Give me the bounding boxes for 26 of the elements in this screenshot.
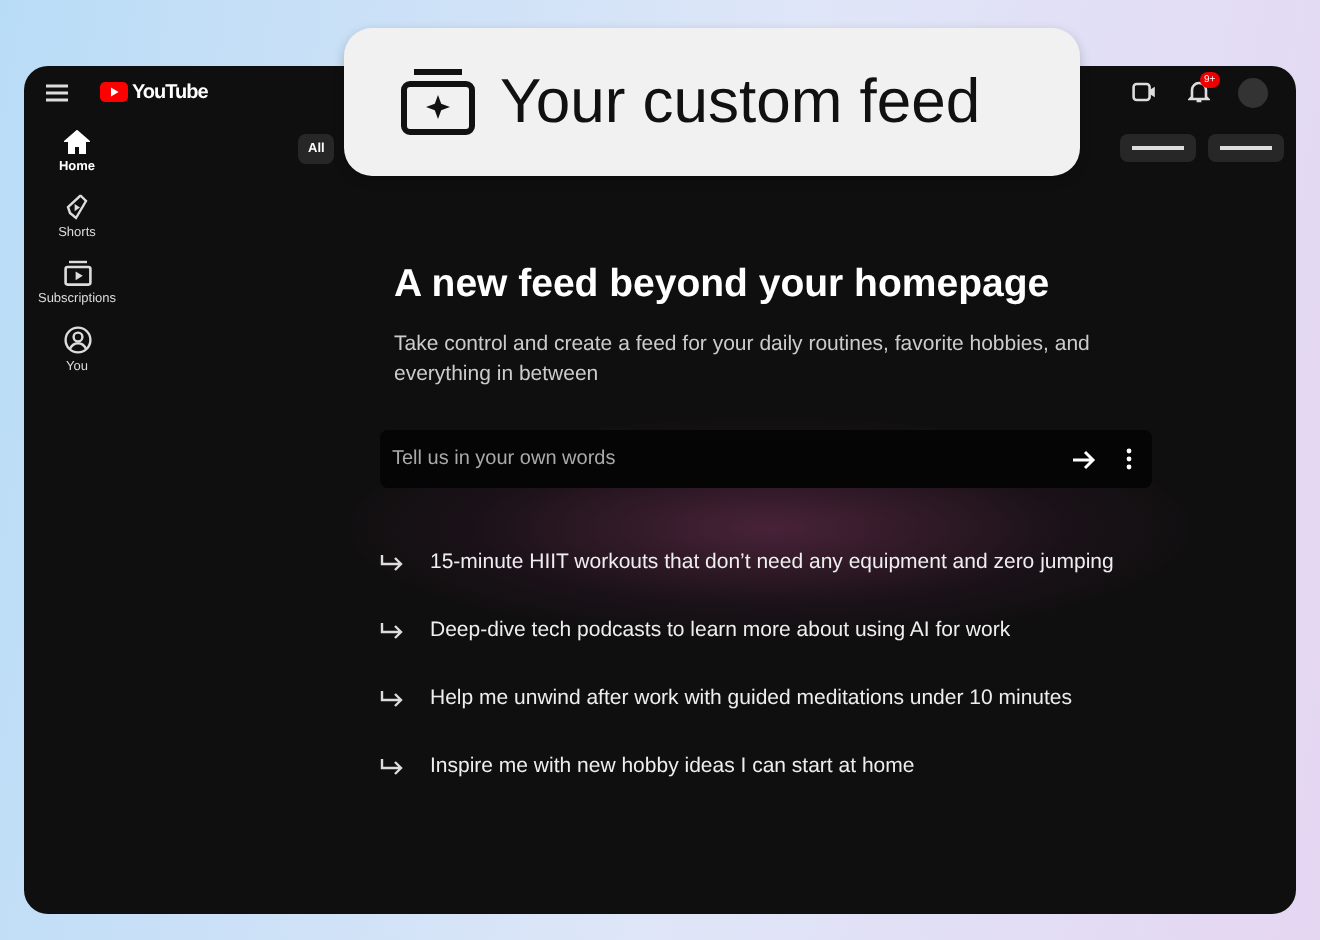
suggestion-link[interactable]: Help me unwind after work with guided meditations under 10 minutes: [430, 686, 1073, 710]
logo-text[interactable]: YouTube: [132, 81, 208, 103]
callout-title: Your custom feed: [500, 66, 981, 138]
bell-icon[interactable]: [1188, 80, 1210, 104]
placeholder-chip[interactable]: [1208, 134, 1284, 162]
submit-arrow-icon[interactable]: [1072, 450, 1096, 470]
play-logo-icon: [100, 82, 128, 102]
reply-arrow-icon: [380, 757, 404, 775]
suggestion-link[interactable]: Inspire me with new hobby ideas I can start at home: [430, 754, 915, 778]
account-icon: [63, 326, 91, 354]
reply-arrow-icon: [380, 689, 404, 707]
reply-arrow-icon: [380, 621, 404, 639]
placeholder-chip[interactable]: [1120, 134, 1196, 162]
reply-arrow-icon: [380, 553, 404, 571]
menu-icon[interactable]: [46, 83, 68, 101]
shorts-icon: [65, 194, 88, 220]
home-icon: [64, 130, 90, 154]
more-options-icon[interactable]: [1126, 448, 1132, 470]
suggestion-link[interactable]: 15-minute HIIT workouts that don’t need any equipment and zero jumping: [430, 550, 1114, 574]
sparkle-folder-icon: [400, 68, 476, 136]
create-video-icon[interactable]: [1132, 82, 1156, 102]
feed-heading: A new feed beyond your homepage: [394, 262, 1052, 308]
feed-description: Take control and create a feed for your daily routines, favorite hobbies, and everything in between: [394, 330, 1092, 390]
prompt-field[interactable]: Tell us in your own words: [380, 430, 1152, 488]
subscriptions-icon: [63, 260, 91, 286]
suggestion-link[interactable]: Deep-dive tech podcasts to learn more about using AI for work: [430, 618, 1011, 642]
